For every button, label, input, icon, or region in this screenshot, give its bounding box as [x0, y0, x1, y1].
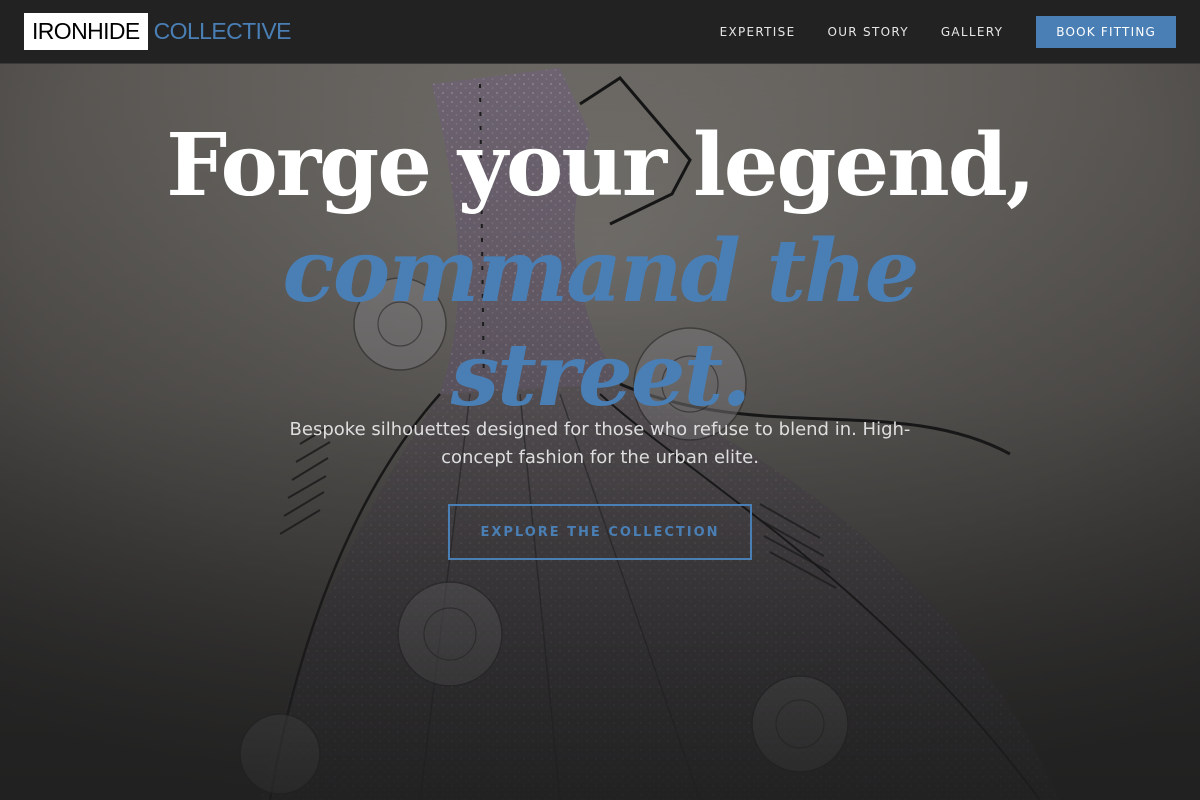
nav-item-expertise[interactable]: EXPERTISE — [720, 25, 796, 39]
logo-primary: IRONHIDE — [24, 13, 148, 50]
hero-accent-headline: command the street. — [0, 220, 1200, 428]
logo-secondary: COLLECTIVE — [153, 18, 292, 44]
hero-subtitle: Bespoke silhouettes designed for those w… — [289, 419, 911, 468]
hero-accent-line-2: street. — [450, 325, 752, 426]
explore-collection-button[interactable]: EXPLORE THE COLLECTION — [448, 504, 752, 560]
site-header: IRONHIDE COLLECTIVE EXPERTISE OUR STORY … — [0, 0, 1200, 64]
book-fitting-button[interactable]: BOOK FITTING — [1036, 16, 1176, 48]
hero-headline: Forge your legend, — [166, 115, 1036, 216]
hero-accent-line-1: command the — [282, 221, 919, 322]
nav-item-our-story[interactable]: OUR STORY — [827, 25, 908, 39]
logo[interactable]: IRONHIDE COLLECTIVE — [24, 13, 291, 50]
nav-item-gallery[interactable]: GALLERY — [941, 25, 1003, 39]
main-nav: EXPERTISE OUR STORY GALLERY BOOK FITTING — [688, 16, 1176, 48]
